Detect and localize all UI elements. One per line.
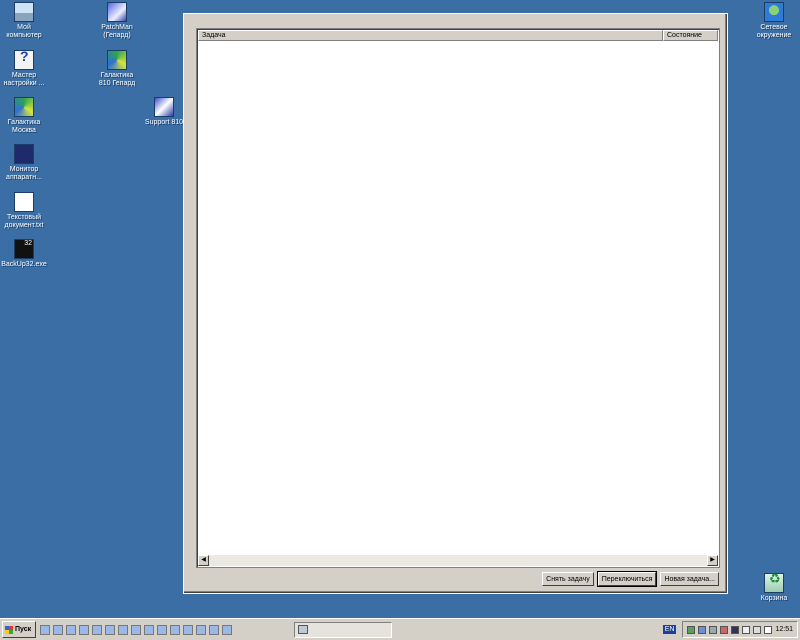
desktop-icon-text-document[interactable]: Текстовый документ.txt [0, 192, 48, 230]
windows-logo-icon [5, 625, 13, 634]
desktop-icon-label: Галактика 810 Гепард [98, 72, 136, 87]
desktop-icon-label: Монитор аппаратн... [6, 166, 42, 181]
desktop-icon-my-computer[interactable]: Мой компьютер [0, 2, 48, 40]
quick-launch-app-icon[interactable] [118, 624, 128, 635]
taskbar: Пуск EN 12:51 [0, 618, 800, 640]
desktop-icon-recycle-bin[interactable]: Корзина [750, 573, 798, 603]
language-indicator[interactable]: EN [662, 625, 677, 634]
hardware-monitor-icon [14, 144, 34, 164]
quick-launch-app-icon[interactable] [131, 624, 141, 635]
column-header-task[interactable]: Задача [198, 30, 663, 41]
volume-icon[interactable] [764, 625, 773, 634]
galaktika-810-icon [107, 50, 127, 70]
quick-launch-app-icon[interactable] [170, 624, 180, 635]
my-computer-icon [14, 2, 34, 22]
start-button[interactable]: Пуск [2, 621, 36, 638]
desktop-icon-backup32[interactable]: BackUp32.exe [0, 239, 48, 269]
end-task-button[interactable]: Снять задачу [542, 572, 594, 586]
setup-wizard-icon [14, 50, 34, 70]
quick-launch-app-icon[interactable] [196, 624, 206, 635]
desktop-icon-label: Текстовый документ.txt [4, 214, 44, 229]
task-manager-icon [298, 625, 308, 634]
desktop-icon-label: PatchMan (Гепард) [101, 24, 133, 39]
internet-explorer-icon[interactable] [40, 624, 50, 635]
network-neighborhood-icon [764, 2, 784, 22]
quick-launch-app-icon[interactable] [79, 624, 89, 635]
patchman-icon [107, 2, 127, 22]
quick-launch-app-icon[interactable] [157, 624, 167, 635]
quick-launch-app-icon[interactable] [222, 624, 232, 635]
text-document-icon [14, 192, 34, 212]
scroll-left-arrow-icon[interactable]: ◀ [198, 555, 209, 566]
quick-launch-app-icon[interactable] [92, 624, 102, 635]
desktop-icon-label: Галактика Москва [7, 119, 41, 134]
scroll-right-arrow-icon[interactable]: ▶ [707, 555, 718, 566]
tray-icon[interactable] [687, 625, 696, 634]
system-tray: 12:51 [682, 621, 798, 638]
scrollbar-track[interactable] [209, 555, 707, 566]
desktop-icon-label: BackUp32.exe [1, 261, 47, 268]
tray-icon[interactable] [709, 625, 718, 634]
tray-icon[interactable] [698, 625, 707, 634]
desktop-icon-label: Мастер настройки ... [3, 72, 45, 87]
desktop-icon-galaktika-810[interactable]: Галактика 810 Гепард [93, 50, 141, 88]
desktop-icon-label: Корзина [760, 595, 788, 602]
start-label: Пуск [15, 626, 32, 633]
tray-icon[interactable] [742, 625, 751, 634]
quick-launch [40, 624, 232, 635]
tray-icon[interactable] [753, 625, 762, 634]
tray-icon[interactable] [720, 625, 729, 634]
command-prompt-icon[interactable] [209, 624, 219, 635]
task-buttons: Снять задачу Переключиться Новая задача.… [542, 571, 719, 587]
galaktika-moscow-icon [14, 97, 34, 117]
task-list-header: Задача Состояние [198, 30, 718, 41]
horizontal-scrollbar[interactable]: ◀ ▶ [198, 555, 718, 566]
quick-launch-app-icon[interactable] [144, 624, 154, 635]
clock[interactable]: 12:51 [775, 626, 793, 633]
new-task-button[interactable]: Новая задача... [660, 572, 719, 586]
desktop-icon-support-810[interactable]: Support 810 [140, 97, 188, 127]
desktop-icon-label: Support 810 [144, 119, 184, 126]
tray-icon[interactable] [731, 625, 740, 634]
quick-launch-app-icon[interactable] [66, 624, 76, 635]
desktop-icon-galaktika-moscow[interactable]: Галактика Москва [0, 97, 48, 135]
task-list[interactable]: Задача Состояние ◀ ▶ [196, 28, 720, 568]
desktop-icon-hardware-monitor[interactable]: Монитор аппаратн... [0, 144, 48, 182]
desktop-icon-network[interactable]: Сетевое окружение [750, 2, 798, 40]
recycle-bin-icon [764, 573, 784, 593]
desktop-icon-label: Сетевое окружение [756, 24, 792, 39]
task-manager-window: Задача Состояние ◀ ▶ Снять задачу Перекл… [183, 13, 728, 594]
column-header-state[interactable]: Состояние [663, 30, 718, 41]
desktop-icon-label: Мой компьютер [6, 24, 42, 39]
quick-launch-app-icon[interactable] [105, 624, 115, 635]
switch-to-button[interactable]: Переключиться [596, 571, 658, 587]
backup32-icon [14, 239, 34, 259]
desktop-icon-setup-wizard[interactable]: Мастер настройки ... [0, 50, 48, 88]
quick-launch-app-icon[interactable] [53, 624, 63, 635]
support-810-icon [154, 97, 174, 117]
desktop-icon-patchman[interactable]: PatchMan (Гепард) [93, 2, 141, 40]
taskbar-window-button[interactable] [294, 621, 392, 638]
quick-launch-app-icon[interactable] [183, 624, 193, 635]
